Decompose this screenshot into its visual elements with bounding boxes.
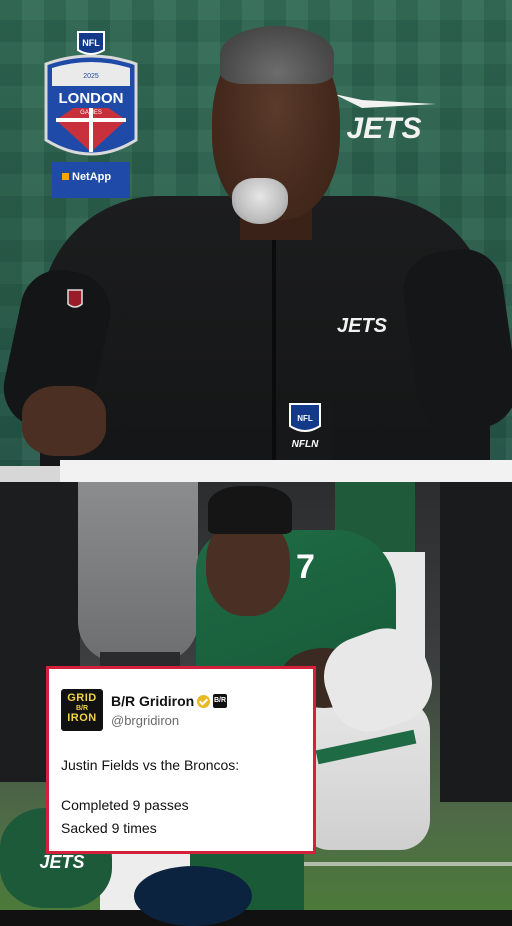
badge-sponsor: NetApp bbox=[72, 171, 111, 183]
badge-title: LONDON bbox=[59, 90, 124, 107]
affiliate-badge: B/R bbox=[213, 694, 227, 708]
netapp-icon bbox=[62, 173, 69, 180]
account-name[interactable]: B/R Gridiron bbox=[111, 693, 194, 709]
coach-hand bbox=[22, 386, 106, 456]
badge-year: 2025 bbox=[83, 73, 99, 80]
tweet-card[interactable]: GRID B/R IRON B/R Gridiron B/R @brgridir… bbox=[46, 666, 316, 854]
podium-edge bbox=[0, 466, 60, 482]
badge-subtitle: GAMES bbox=[80, 110, 102, 116]
helmet-logo-text: JETS bbox=[39, 852, 84, 872]
chest-logo-text: JETS bbox=[337, 315, 388, 337]
coach-hair bbox=[220, 26, 334, 84]
account-avatar[interactable]: GRID B/R IRON bbox=[61, 689, 103, 731]
badge-brand-mark: NFL bbox=[82, 38, 100, 48]
tweet-text-line: Justin Fields vs the Broncos: bbox=[61, 757, 240, 773]
mic-network-text: NFLN bbox=[292, 439, 319, 450]
broncos-helmet bbox=[134, 866, 252, 926]
background-person bbox=[440, 482, 512, 802]
nfl-network-mic-flag: NFL NFLN bbox=[278, 400, 332, 462]
wall-logo-text: JETS bbox=[346, 112, 421, 145]
account-handle[interactable]: @brgridiron bbox=[111, 713, 179, 728]
coach-beard bbox=[232, 178, 288, 224]
podium bbox=[60, 460, 512, 482]
chest-jets-logo: JETS bbox=[337, 315, 388, 337]
avatar-text-top: GRID bbox=[67, 692, 97, 704]
background-person bbox=[78, 482, 198, 662]
jets-wall-logo: JETS bbox=[334, 94, 436, 145]
mic-shield-text: NFL bbox=[297, 414, 313, 423]
nfl-shoulder-patch bbox=[67, 289, 83, 308]
press-conference-image: NFL 2025 LONDON GAMES NetApp JETS JETS N… bbox=[0, 0, 512, 482]
avatar-text-bottom: IRON bbox=[67, 712, 97, 724]
player-durag bbox=[208, 486, 292, 534]
tweet-text-line: Completed 9 passes bbox=[61, 797, 189, 813]
nfl-london-games-badge: NFL 2025 LONDON GAMES NetApp bbox=[44, 31, 138, 198]
verified-icon bbox=[197, 695, 210, 708]
tweet-text-line: Sacked 9 times bbox=[61, 820, 157, 836]
jersey-number: 7 bbox=[296, 548, 315, 586]
jacket-zipper bbox=[272, 240, 276, 460]
